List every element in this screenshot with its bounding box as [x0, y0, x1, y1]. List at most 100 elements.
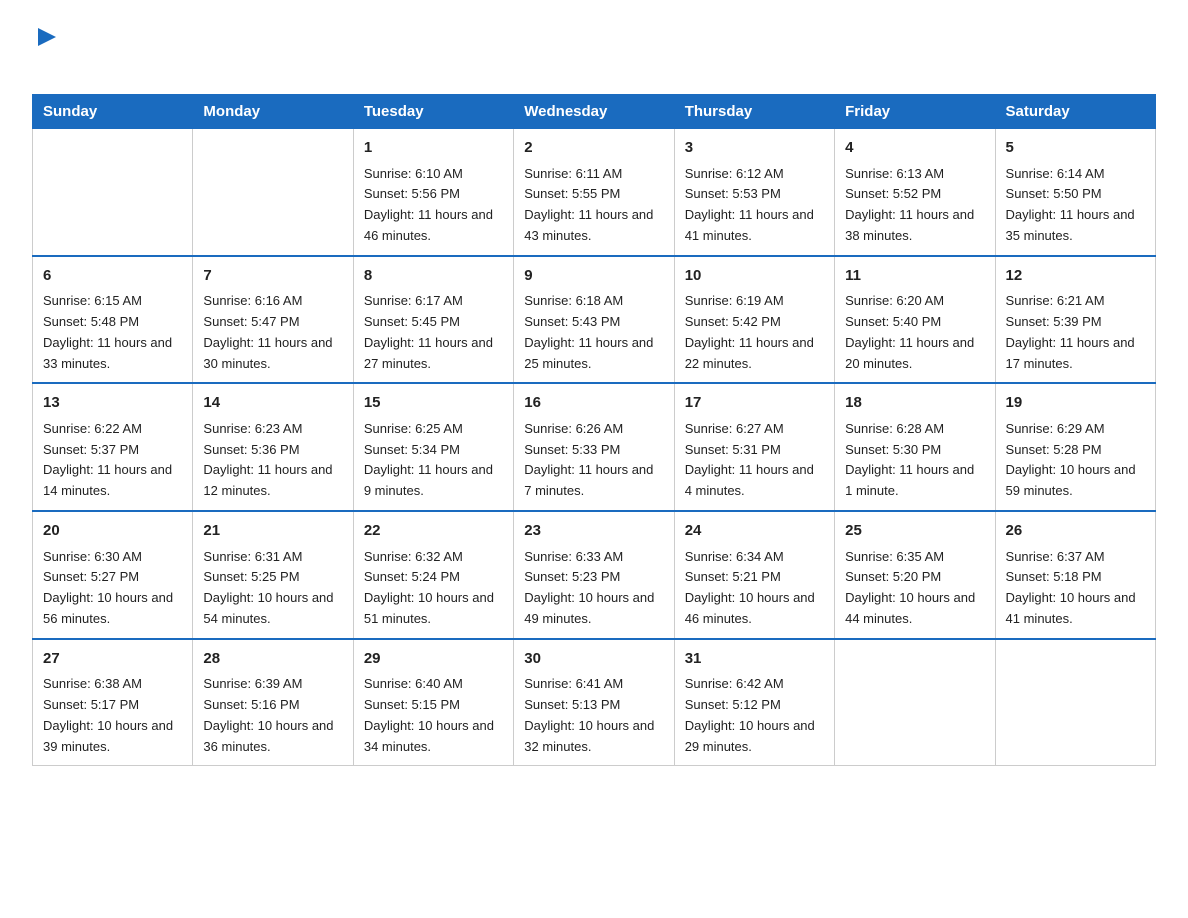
- logo-arrow-icon: [36, 26, 58, 48]
- calendar-cell: 26 Sunrise: 6:37 AMSunset: 5:18 PMDayligh…: [995, 511, 1155, 639]
- calendar-cell: 30 Sunrise: 6:41 AMSunset: 5:13 PMDayligh…: [514, 639, 674, 766]
- header-saturday: Saturday: [995, 95, 1155, 129]
- calendar-cell: [193, 129, 353, 256]
- day-info: Sunrise: 6:16 AMSunset: 5:47 PMDaylight:…: [203, 291, 342, 374]
- day-number: 20: [43, 520, 182, 543]
- header-thursday: Thursday: [674, 95, 834, 129]
- day-number: 6: [43, 265, 182, 288]
- calendar-cell: 23Sunrise: 6:33 AMSunset: 5:23 PMDayligh…: [514, 511, 674, 639]
- day-number: 21: [203, 520, 342, 543]
- calendar-cell: 20 Sunrise: 6:30 AMSunset: 5:27 PMDayligh…: [33, 511, 193, 639]
- day-number: 17: [685, 392, 824, 415]
- day-info: Sunrise: 6:14 AMSunset: 5:50 PMDaylight:…: [1006, 164, 1145, 247]
- day-info: Sunrise: 6:23 AMSunset: 5:36 PMDaylight:…: [203, 419, 342, 502]
- logo: [32, 24, 60, 76]
- calendar-cell: 29 Sunrise: 6:40 AMSunset: 5:15 PMDayligh…: [353, 639, 513, 766]
- calendar-cell: [995, 639, 1155, 766]
- day-info: Sunrise: 6:18 AMSunset: 5:43 PMDaylight:…: [524, 291, 663, 374]
- calendar-cell: 12Sunrise: 6:21 AMSunset: 5:39 PMDayligh…: [995, 256, 1155, 384]
- calendar-cell: 17 Sunrise: 6:27 AMSunset: 5:31 PMDayligh…: [674, 383, 834, 511]
- calendar-cell: 22 Sunrise: 6:32 AMSunset: 5:24 PMDayligh…: [353, 511, 513, 639]
- calendar-cell: [835, 639, 995, 766]
- calendar-cell: 13 Sunrise: 6:22 AMSunset: 5:37 PMDayligh…: [33, 383, 193, 511]
- calendar-cell: 16Sunrise: 6:26 AMSunset: 5:33 PMDayligh…: [514, 383, 674, 511]
- calendar-cell: 8 Sunrise: 6:17 AMSunset: 5:45 PMDaylight…: [353, 256, 513, 384]
- calendar-cell: 1 Sunrise: 6:10 AMSunset: 5:56 PMDaylight…: [353, 129, 513, 256]
- day-number: 16: [524, 392, 663, 415]
- day-number: 1: [364, 137, 503, 160]
- day-info: Sunrise: 6:20 AMSunset: 5:40 PMDaylight:…: [845, 291, 984, 374]
- day-number: 22: [364, 520, 503, 543]
- week-row-0: 1 Sunrise: 6:10 AMSunset: 5:56 PMDaylight…: [33, 129, 1156, 256]
- week-row-4: 27 Sunrise: 6:38 AMSunset: 5:17 PMDayligh…: [33, 639, 1156, 766]
- day-info: Sunrise: 6:35 AMSunset: 5:20 PMDaylight:…: [845, 547, 984, 630]
- day-number: 31: [685, 648, 824, 671]
- calendar-cell: 11Sunrise: 6:20 AMSunset: 5:40 PMDayligh…: [835, 256, 995, 384]
- header-tuesday: Tuesday: [353, 95, 513, 129]
- calendar-cell: 15Sunrise: 6:25 AMSunset: 5:34 PMDayligh…: [353, 383, 513, 511]
- day-info: Sunrise: 6:33 AMSunset: 5:23 PMDaylight:…: [524, 547, 663, 630]
- calendar-cell: 31Sunrise: 6:42 AMSunset: 5:12 PMDayligh…: [674, 639, 834, 766]
- calendar-cell: 27 Sunrise: 6:38 AMSunset: 5:17 PMDayligh…: [33, 639, 193, 766]
- day-number: 27: [43, 648, 182, 671]
- day-info: Sunrise: 6:10 AMSunset: 5:56 PMDaylight:…: [364, 164, 503, 247]
- day-info: Sunrise: 6:34 AMSunset: 5:21 PMDaylight:…: [685, 547, 824, 630]
- day-info: Sunrise: 6:19 AMSunset: 5:42 PMDaylight:…: [685, 291, 824, 374]
- day-number: 24: [685, 520, 824, 543]
- day-number: 29: [364, 648, 503, 671]
- day-info: Sunrise: 6:39 AMSunset: 5:16 PMDaylight:…: [203, 674, 342, 757]
- calendar-cell: 10 Sunrise: 6:19 AMSunset: 5:42 PMDayligh…: [674, 256, 834, 384]
- day-info: Sunrise: 6:17 AMSunset: 5:45 PMDaylight:…: [364, 291, 503, 374]
- day-info: Sunrise: 6:11 AMSunset: 5:55 PMDaylight:…: [524, 164, 663, 247]
- day-number: 8: [364, 265, 503, 288]
- calendar-cell: 25 Sunrise: 6:35 AMSunset: 5:20 PMDayligh…: [835, 511, 995, 639]
- day-number: 13: [43, 392, 182, 415]
- logo-blue: [32, 51, 60, 76]
- day-number: 3: [685, 137, 824, 160]
- day-info: Sunrise: 6:29 AMSunset: 5:28 PMDaylight:…: [1006, 419, 1145, 502]
- calendar-cell: 5 Sunrise: 6:14 AMSunset: 5:50 PMDaylight…: [995, 129, 1155, 256]
- day-number: 14: [203, 392, 342, 415]
- page-header: [32, 24, 1156, 76]
- day-info: Sunrise: 6:22 AMSunset: 5:37 PMDaylight:…: [43, 419, 182, 502]
- week-row-1: 6 Sunrise: 6:15 AMSunset: 5:48 PMDaylight…: [33, 256, 1156, 384]
- day-number: 5: [1006, 137, 1145, 160]
- day-info: Sunrise: 6:41 AMSunset: 5:13 PMDaylight:…: [524, 674, 663, 757]
- day-info: Sunrise: 6:37 AMSunset: 5:18 PMDaylight:…: [1006, 547, 1145, 630]
- calendar-cell: [33, 129, 193, 256]
- header-wednesday: Wednesday: [514, 95, 674, 129]
- calendar-cell: 9 Sunrise: 6:18 AMSunset: 5:43 PMDaylight…: [514, 256, 674, 384]
- day-info: Sunrise: 6:27 AMSunset: 5:31 PMDaylight:…: [685, 419, 824, 502]
- header-monday: Monday: [193, 95, 353, 129]
- header-sunday: Sunday: [33, 95, 193, 129]
- day-number: 25: [845, 520, 984, 543]
- day-number: 9: [524, 265, 663, 288]
- day-number: 30: [524, 648, 663, 671]
- calendar-cell: 4Sunrise: 6:13 AMSunset: 5:52 PMDaylight…: [835, 129, 995, 256]
- calendar-cell: 24 Sunrise: 6:34 AMSunset: 5:21 PMDayligh…: [674, 511, 834, 639]
- day-number: 28: [203, 648, 342, 671]
- day-info: Sunrise: 6:30 AMSunset: 5:27 PMDaylight:…: [43, 547, 182, 630]
- day-info: Sunrise: 6:31 AMSunset: 5:25 PMDaylight:…: [203, 547, 342, 630]
- day-number: 10: [685, 265, 824, 288]
- calendar-table: SundayMondayTuesdayWednesdayThursdayFrid…: [32, 94, 1156, 766]
- calendar-cell: 28 Sunrise: 6:39 AMSunset: 5:16 PMDayligh…: [193, 639, 353, 766]
- calendar-cell: 19 Sunrise: 6:29 AMSunset: 5:28 PMDayligh…: [995, 383, 1155, 511]
- day-info: Sunrise: 6:15 AMSunset: 5:48 PMDaylight:…: [43, 291, 182, 374]
- day-number: 12: [1006, 265, 1145, 288]
- calendar-cell: 6 Sunrise: 6:15 AMSunset: 5:48 PMDaylight…: [33, 256, 193, 384]
- calendar-cell: 3 Sunrise: 6:12 AMSunset: 5:53 PMDaylight…: [674, 129, 834, 256]
- day-number: 26: [1006, 520, 1145, 543]
- calendar-cell: 14 Sunrise: 6:23 AMSunset: 5:36 PMDayligh…: [193, 383, 353, 511]
- day-info: Sunrise: 6:25 AMSunset: 5:34 PMDaylight:…: [364, 419, 503, 502]
- day-number: 7: [203, 265, 342, 288]
- day-number: 19: [1006, 392, 1145, 415]
- day-info: Sunrise: 6:28 AMSunset: 5:30 PMDaylight:…: [845, 419, 984, 502]
- day-info: Sunrise: 6:38 AMSunset: 5:17 PMDaylight:…: [43, 674, 182, 757]
- day-info: Sunrise: 6:32 AMSunset: 5:24 PMDaylight:…: [364, 547, 503, 630]
- day-info: Sunrise: 6:40 AMSunset: 5:15 PMDaylight:…: [364, 674, 503, 757]
- day-info: Sunrise: 6:13 AMSunset: 5:52 PMDaylight:…: [845, 164, 984, 247]
- day-info: Sunrise: 6:12 AMSunset: 5:53 PMDaylight:…: [685, 164, 824, 247]
- calendar-cell: 2Sunrise: 6:11 AMSunset: 5:55 PMDaylight…: [514, 129, 674, 256]
- calendar-header-row: SundayMondayTuesdayWednesdayThursdayFrid…: [33, 95, 1156, 129]
